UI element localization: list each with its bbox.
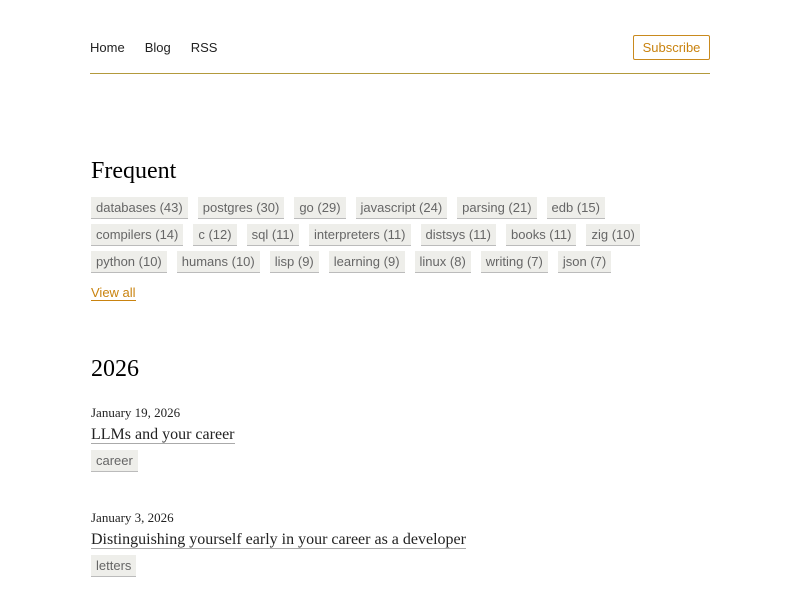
year-heading: 2026 (91, 356, 139, 382)
tag-c[interactable]: c (12) (193, 224, 237, 246)
tag-json[interactable]: json (7) (557, 251, 612, 273)
nav-blog-link[interactable]: Blog (145, 40, 171, 55)
nav-home-link[interactable]: Home (90, 40, 125, 55)
tag-row: python (10) humans (10) lisp (9) learnin… (91, 251, 631, 278)
frequent-heading: Frequent (91, 158, 177, 184)
view-all-link[interactable]: View all (91, 285, 136, 301)
tag-databases[interactable]: databases (43) (91, 197, 188, 219)
tag-parsing[interactable]: parsing (21) (457, 197, 537, 219)
tag-compilers[interactable]: compilers (14) (91, 224, 184, 246)
tag-career[interactable]: career (91, 450, 138, 472)
tag-writing[interactable]: writing (7) (480, 251, 548, 273)
tag-javascript[interactable]: javascript (24) (355, 197, 448, 219)
tag-interpreters[interactable]: interpreters (11) (308, 224, 411, 246)
tag-zig[interactable]: zig (10) (586, 224, 640, 246)
tag-distsys[interactable]: distsys (11) (420, 224, 496, 246)
tag-sql[interactable]: sql (11) (246, 224, 299, 246)
tag-learning[interactable]: learning (9) (328, 251, 405, 273)
post-tags: letters (91, 555, 466, 577)
post-item: January 3, 2026 Distinguishing yourself … (91, 510, 466, 577)
post-date: January 3, 2026 (91, 510, 174, 525)
post-title-link[interactable]: Distinguishing yourself early in your ca… (91, 531, 466, 549)
tag-row: compilers (14) c (12) sql (11) interpret… (91, 224, 640, 251)
tag-edb[interactable]: edb (15) (546, 197, 605, 219)
tag-books[interactable]: books (11) (506, 224, 577, 246)
post-title-link[interactable]: LLMs and your career (91, 426, 235, 444)
tag-humans[interactable]: humans (10) (176, 251, 260, 273)
subscribe-button[interactable]: Subscribe (633, 35, 710, 60)
tag-linux[interactable]: linux (8) (414, 251, 471, 273)
tag-lisp[interactable]: lisp (9) (269, 251, 319, 273)
tag-postgres[interactable]: postgres (30) (197, 197, 285, 219)
tag-python[interactable]: python (10) (91, 251, 167, 273)
post-date: January 19, 2026 (91, 405, 181, 420)
nav-rss-link[interactable]: RSS (191, 40, 218, 55)
tag-go[interactable]: go (29) (294, 197, 346, 219)
site-header: Home Blog RSS Subscribe (90, 34, 710, 74)
post-tags: career (91, 450, 235, 472)
tag-letters[interactable]: letters (91, 555, 137, 577)
post-item: January 19, 2026 LLMs and your career ca… (91, 405, 235, 472)
main-nav: Home Blog RSS (90, 40, 237, 55)
frequent-tag-list: databases (43) postgres (30) go (29) jav… (91, 197, 640, 278)
tag-row: databases (43) postgres (30) go (29) jav… (91, 197, 631, 224)
